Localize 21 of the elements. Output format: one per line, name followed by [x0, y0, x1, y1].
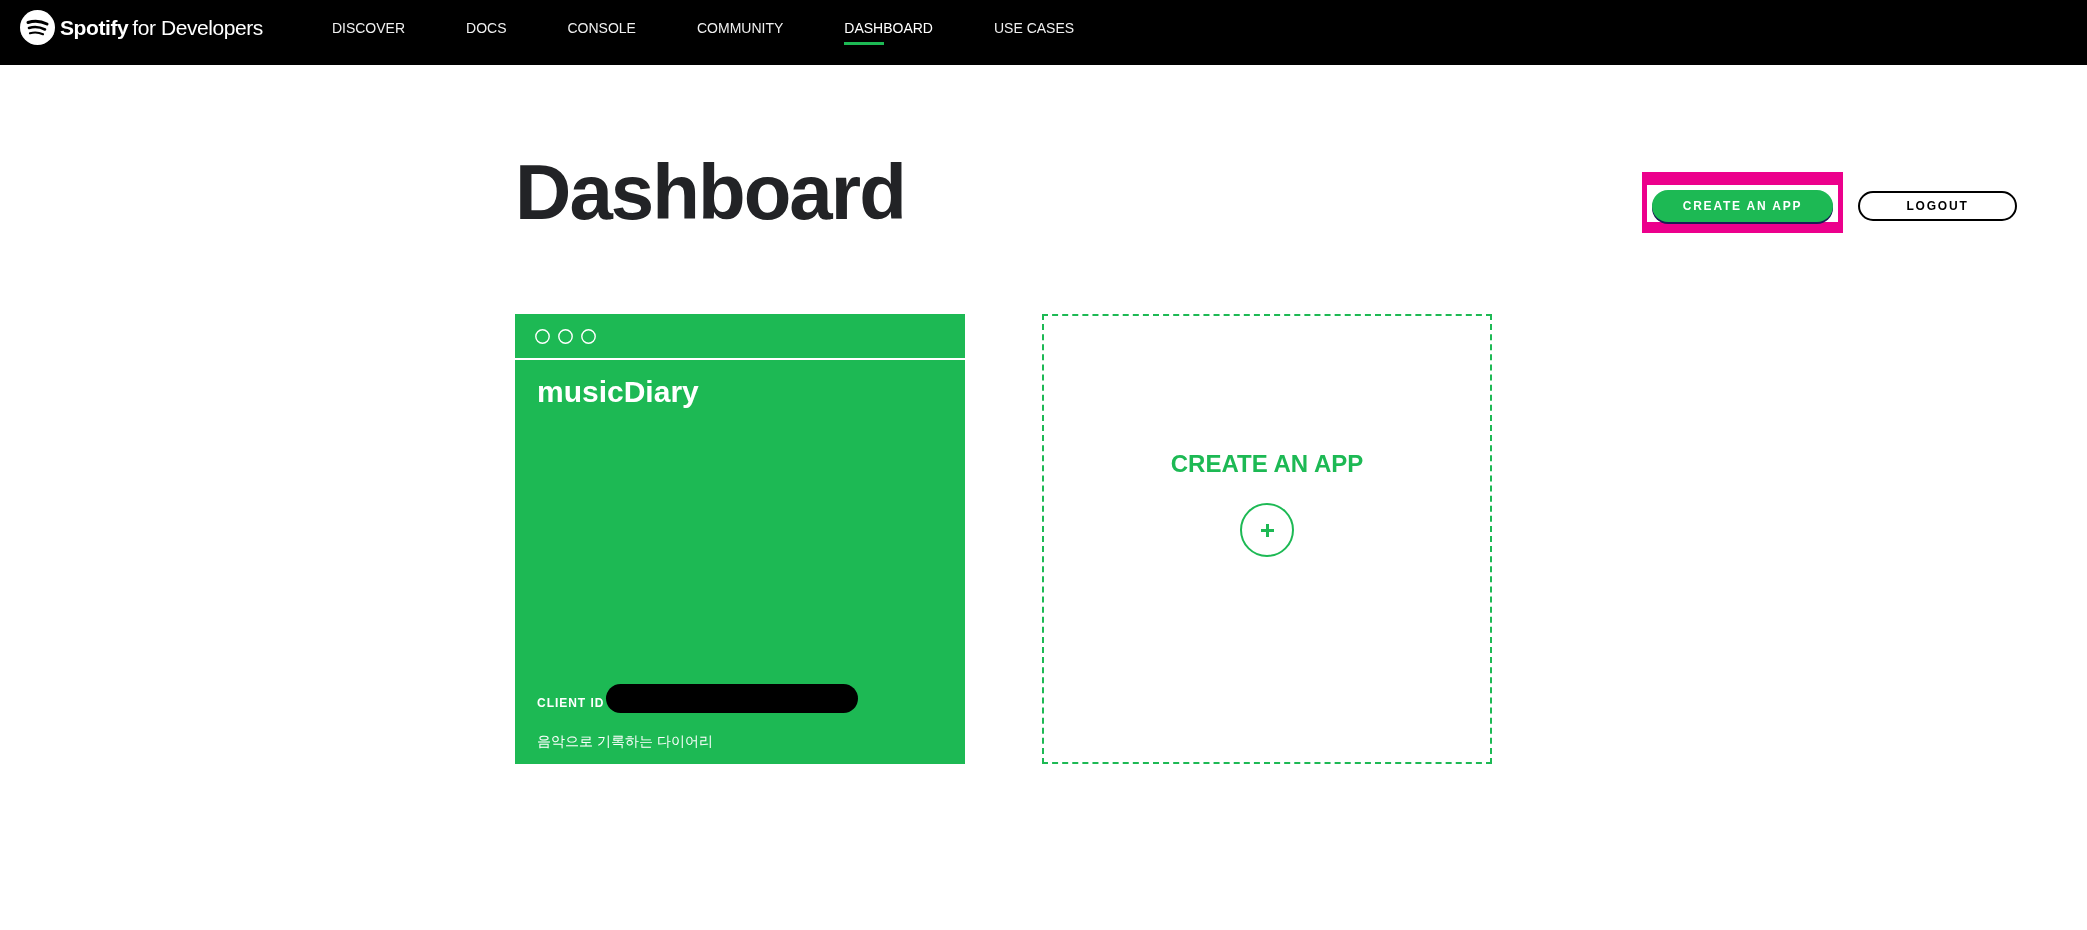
- window-dot-icon: [558, 328, 573, 344]
- active-tab-underline: [844, 42, 885, 45]
- nav-link[interactable]: COMMUNITY: [696, 18, 784, 38]
- nav-link[interactable]: CONSOLE: [567, 18, 636, 38]
- app-description: 음악으로 기록하는 다이어리: [537, 732, 713, 751]
- add-app-button[interactable]: [1240, 503, 1294, 557]
- nav-link[interactable]: DOCS: [466, 18, 507, 38]
- logout-button[interactable]: LOGOUT: [1858, 191, 2017, 221]
- window-dot-icon: [581, 328, 596, 344]
- brand-name: Spotify: [60, 14, 129, 41]
- nav-link[interactable]: USE CASES: [994, 18, 1075, 38]
- window-dot-icon: [535, 328, 550, 344]
- brand-suffix: for Developers: [132, 14, 263, 41]
- plus-icon: [1260, 523, 1274, 537]
- create-app-label: CREATE AN APP: [1170, 452, 1364, 476]
- page-title: Dashboard: [515, 153, 905, 231]
- client-id-label: CLIENT ID: [537, 694, 605, 712]
- nav-link[interactable]: DASHBOARD: [844, 18, 933, 38]
- app-name: musicDiary: [537, 377, 699, 407]
- spotify-logo-icon: [20, 10, 55, 45]
- nav-link[interactable]: DISCOVER: [331, 18, 406, 38]
